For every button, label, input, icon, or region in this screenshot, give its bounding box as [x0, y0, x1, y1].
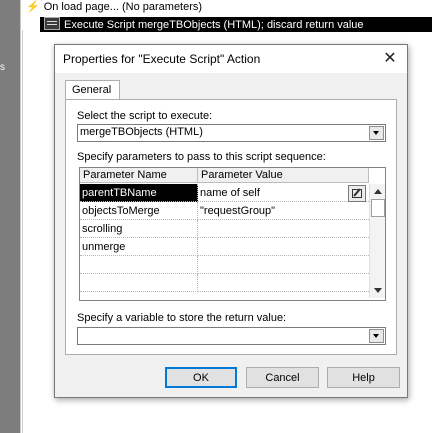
select-script-label: Select the script to execute:	[77, 110, 213, 122]
param-name-cell[interactable]: parentTBName	[80, 184, 198, 202]
chevron-down-icon[interactable]	[369, 126, 384, 140]
param-name-cell[interactable]: unmerge	[80, 238, 198, 256]
parameters-label: Specify parameters to pass to this scrip…	[77, 151, 326, 163]
script-select-value: mergeTBObjects (HTML)	[80, 126, 203, 138]
execute-script-dialog: Properties for "Execute Script" Action ✕…	[54, 44, 408, 398]
table-row[interactable]	[80, 274, 369, 292]
dialog-title-bar: Properties for "Execute Script" Action ✕	[55, 45, 407, 73]
scroll-thumb[interactable]	[371, 199, 385, 217]
tree-item-onload[interactable]: ⚡ On load page... (No parameters)	[26, 0, 202, 16]
tree-item-execute-script-label: Execute Script mergeTBObjects (HTML); di…	[64, 19, 364, 31]
cancel-button[interactable]: Cancel	[246, 367, 319, 388]
variable-select[interactable]	[77, 327, 386, 345]
ok-button[interactable]: OK	[165, 367, 237, 388]
chevron-down-icon[interactable]	[369, 329, 384, 343]
general-tab-panel: Select the script to execute: mergeTBObj…	[65, 99, 397, 355]
edit-value-icon[interactable]	[348, 185, 366, 202]
script-icon	[44, 17, 60, 30]
tree-item-onload-label: On load page... (No parameters)	[43, 1, 203, 13]
param-value-cell[interactable]	[198, 220, 369, 238]
param-name-cell[interactable]: scrolling	[80, 220, 198, 238]
background-left-strip: s	[0, 0, 20, 433]
column-header-value[interactable]: Parameter Value	[198, 168, 369, 183]
tree-guide-line	[22, 30, 23, 433]
table-row[interactable]: objectsToMerge "requestGroup"	[80, 202, 369, 220]
param-name-cell[interactable]	[80, 274, 198, 292]
param-value-cell[interactable]	[198, 274, 369, 292]
param-value-cell[interactable]	[198, 238, 369, 256]
dialog-title: Properties for "Execute Script" Action	[63, 52, 261, 66]
table-row[interactable]	[80, 256, 369, 274]
param-value-text: name of self	[200, 187, 260, 199]
help-button[interactable]: Help	[327, 367, 400, 388]
param-name-cell[interactable]: objectsToMerge	[80, 202, 198, 220]
grid-vertical-scrollbar[interactable]	[369, 184, 385, 298]
scroll-down-icon[interactable]	[370, 283, 385, 298]
variable-label: Specify a variable to store the return v…	[77, 312, 287, 324]
parameters-grid[interactable]: Parameter Name Parameter Value parentTBN…	[79, 167, 386, 301]
close-icon[interactable]: ✕	[379, 49, 401, 69]
lightning-icon: ⚡	[26, 1, 40, 13]
tab-general[interactable]: General	[65, 80, 120, 100]
cut-off-label: s	[0, 62, 5, 73]
tree-item-execute-script[interactable]: Execute Script mergeTBObjects (HTML); di…	[40, 17, 432, 32]
table-row[interactable]: unmerge	[80, 238, 369, 256]
param-value-cell[interactable]	[198, 256, 369, 274]
table-row[interactable]: scrolling	[80, 220, 369, 238]
param-name-cell[interactable]	[80, 256, 198, 274]
table-row[interactable]: parentTBName name of self	[80, 184, 369, 202]
column-header-name[interactable]: Parameter Name	[80, 168, 198, 183]
param-value-cell[interactable]: "requestGroup"	[198, 202, 369, 220]
tab-general-label: General	[72, 84, 112, 96]
scroll-up-icon[interactable]	[370, 184, 385, 199]
param-value-cell[interactable]: name of self	[198, 184, 369, 202]
script-select[interactable]: mergeTBObjects (HTML)	[77, 124, 386, 142]
